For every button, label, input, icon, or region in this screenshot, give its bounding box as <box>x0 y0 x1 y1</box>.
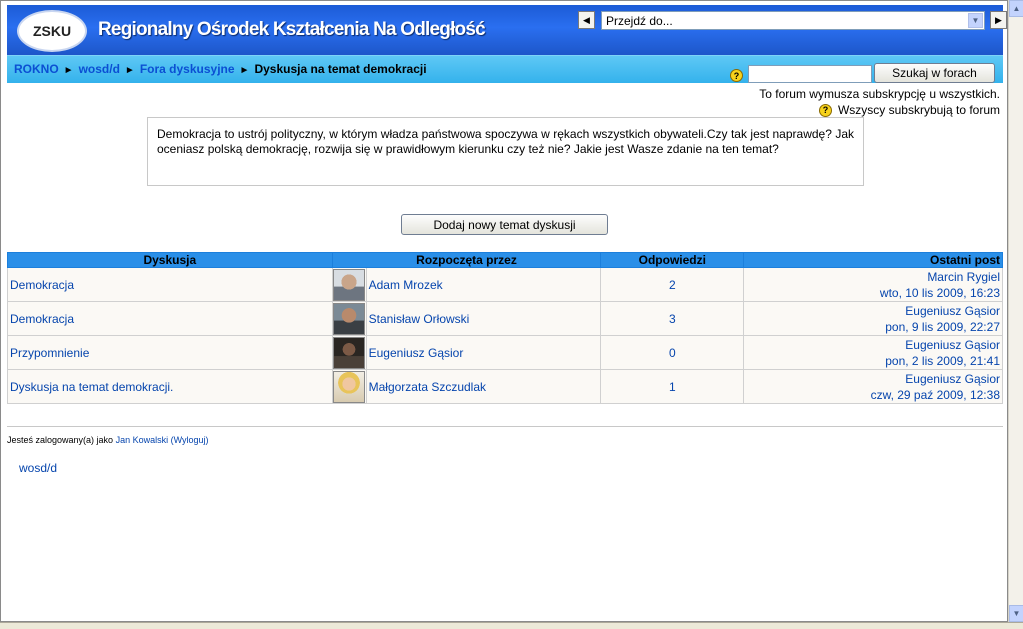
triangle-right-icon: ▶ <box>995 14 1002 25</box>
last-post-date[interactable]: wto, 10 lis 2009, 16:23 <box>880 286 1000 300</box>
login-prefix: Jesteś zalogowany(a) jako <box>7 435 114 445</box>
last-post-author[interactable]: Eugeniusz Gąsior <box>905 338 1000 352</box>
author-link[interactable]: Eugeniusz Gąsior <box>369 346 464 360</box>
author-link[interactable]: Małgorzata Szczudlak <box>369 380 486 394</box>
logout-link[interactable]: (Wyloguj) <box>171 435 209 445</box>
jump-next-button[interactable]: ▶ <box>990 11 1007 29</box>
search-button-label: Szukaj w forach <box>892 66 977 80</box>
breadcrumb-separator-icon: ► <box>239 65 250 76</box>
forum-intro: Demokracja to ustrój polityczny, w który… <box>147 117 864 186</box>
author-link[interactable]: Adam Mrozek <box>369 278 443 292</box>
table-header-row: Dyskusja Rozpoczęta przez Odpowiedzi Ost… <box>7 252 1003 268</box>
add-topic-label: Dodaj nowy temat dyskusji <box>433 217 576 232</box>
topic-link[interactable]: Demokracja <box>10 278 74 292</box>
breadcrumb-separator-icon: ► <box>63 65 74 76</box>
header-last-post[interactable]: Ostatni post <box>743 252 1003 268</box>
breadcrumb-separator-icon: ► <box>124 65 135 76</box>
chevron-down-icon[interactable]: ▼ <box>968 13 983 28</box>
search-input[interactable] <box>748 65 872 83</box>
table-row: Demokracja Adam Mrozek 2 Marcin Rygiel w… <box>7 267 1003 302</box>
author-link[interactable]: Stanisław Orłowski <box>369 312 470 326</box>
search-forums-button[interactable]: Szukaj w forach <box>874 63 995 83</box>
add-topic-button[interactable]: Dodaj nowy temat dyskusji <box>401 214 608 235</box>
scroll-up-icon[interactable]: ▲ <box>1009 0 1023 17</box>
course-link[interactable]: wosd/d <box>19 461 57 475</box>
jump-to-select[interactable]: Przejdź do... ▼ <box>601 11 985 30</box>
help-icon[interactable]: ? <box>818 103 832 117</box>
status-bar <box>0 622 1023 629</box>
header-started-by[interactable]: Rozpoczęta przez <box>331 252 602 268</box>
vertical-scrollbar[interactable]: ▲ ▼ <box>1008 0 1023 622</box>
login-info: Jesteś zalogowany(a) jako Jan Kowalski (… <box>7 435 209 445</box>
replies-link[interactable]: 3 <box>669 312 676 326</box>
replies-link[interactable]: 0 <box>669 346 676 360</box>
breadcrumb-link-course[interactable]: wosd/d <box>79 62 120 76</box>
last-post-author[interactable]: Eugeniusz Gąsior <box>905 372 1000 386</box>
table-row: Przypomnienie Eugeniusz Gąsior 0 Eugeniu… <box>7 335 1003 370</box>
last-post-date[interactable]: czw, 29 paź 2009, 12:38 <box>871 388 1000 402</box>
table-row: Dyskusja na temat demokracji. Małgorzata… <box>7 369 1003 404</box>
discussion-table: Dyskusja Rozpoczęta przez Odpowiedzi Ost… <box>7 252 1003 404</box>
last-post-date[interactable]: pon, 2 lis 2009, 21:41 <box>885 354 1000 368</box>
avatar[interactable] <box>333 370 366 403</box>
header-replies[interactable]: Odpowiedzi <box>600 252 745 268</box>
page: ZSKU Regionalny Ośrodek Kształcenia Na O… <box>0 0 1008 622</box>
breadcrumb-bar: ROKNO ► wosd/d ► Fora dyskusyjne ► Dyskusja na… <box>7 55 1003 83</box>
table-row: Demokracja Stanisław Orłowski 3 Eugenius… <box>7 301 1003 336</box>
jump-prev-button[interactable]: ◀ <box>578 11 595 29</box>
avatar[interactable] <box>333 302 366 335</box>
breadcrumb-current: Dyskusja na temat demokracji <box>254 62 427 76</box>
replies-link[interactable]: 2 <box>669 278 676 292</box>
user-link[interactable]: Jan Kowalski <box>116 435 169 445</box>
topic-link[interactable]: Dyskusja na temat demokracji. <box>10 380 173 394</box>
topic-link[interactable]: Przypomnienie <box>10 346 89 360</box>
triangle-left-icon: ◀ <box>583 14 590 25</box>
avatar[interactable] <box>333 336 366 369</box>
subscription-forced-text: To forum wymusza subskrypcję u wszystkic… <box>759 87 1000 101</box>
footer-divider <box>7 426 1003 427</box>
last-post-date[interactable]: pon, 9 lis 2009, 22:27 <box>885 320 1000 334</box>
header-banner: ZSKU Regionalny Ośrodek Kształcenia Na O… <box>7 5 1007 55</box>
avatar[interactable] <box>333 268 366 301</box>
site-title: Regionalny Ośrodek Kształcenia Na Odległ… <box>98 19 486 40</box>
last-post-author[interactable]: Eugeniusz Gąsior <box>905 304 1000 318</box>
breadcrumb: ROKNO ► wosd/d ► Fora dyskusyjne ► Dyskusja na… <box>14 62 427 76</box>
breadcrumb-link-forums[interactable]: Fora dyskusyjne <box>140 62 235 76</box>
breadcrumb-link-home[interactable]: ROKNO <box>14 62 59 76</box>
topic-link[interactable]: Demokracja <box>10 312 74 326</box>
replies-link[interactable]: 1 <box>669 380 676 394</box>
help-icon[interactable]: ? <box>730 69 743 82</box>
subscription-info: To forum wymusza subskrypcję u wszystkic… <box>759 87 1000 117</box>
last-post-author[interactable]: Marcin Rygiel <box>927 270 1000 284</box>
scroll-down-icon[interactable]: ▼ <box>1009 605 1023 622</box>
header-topic[interactable]: Dyskusja <box>7 252 333 268</box>
subscription-status-text: Wszyscy subskrybują to forum <box>837 103 1000 117</box>
site-logo[interactable]: ZSKU <box>17 10 87 52</box>
jump-select-value: Przejdź do... <box>606 14 673 28</box>
logo-text: ZSKU <box>32 23 72 39</box>
